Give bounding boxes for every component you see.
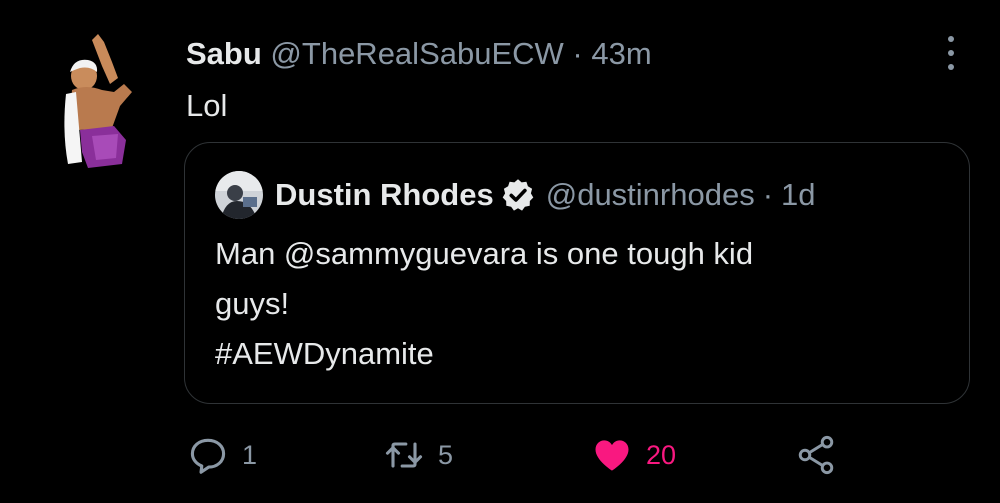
retweet-count: 5 [438,439,454,470]
tweet-timestamp[interactable]: 43m [591,36,651,71]
retweet-button[interactable]: 5 [382,430,453,480]
quoted-tweet-header: Dustin Rhodes @dustinrhodes · 1d [275,173,816,217]
like-button[interactable]: 20 [590,430,676,480]
more-dot [948,50,954,56]
sabu-avatar-image [64,34,132,168]
verified-badge-icon [502,179,534,211]
author-handle[interactable]: @TheRealSabuECW [270,36,563,71]
quoted-tweet[interactable]: Dustin Rhodes @dustinrhodes · 1d Man @sa… [184,142,970,404]
dustin-avatar-image [215,171,263,219]
more-options-icon[interactable] [936,36,966,70]
more-dot [948,36,954,42]
quoted-hashtag[interactable]: #AEWDynamite [215,329,935,379]
author-avatar[interactable] [52,32,146,172]
quoted-tweet-text: Man @sammyguevara is one tough kid guys!… [215,229,935,379]
quoted-tweet-timestamp[interactable]: 1d [781,173,815,217]
more-dot [948,64,954,70]
like-count: 20 [646,439,677,470]
author-name[interactable]: Sabu [186,36,262,71]
quoted-text-line: Man @sammyguevara is one tough kid [215,236,754,271]
reply-count: 1 [242,439,258,470]
quoted-text-line: guys! [215,286,290,321]
share-icon [798,435,834,475]
tweet[interactable]: Sabu @TheRealSabuECW · 43m Lol Dustin Rh… [0,0,1000,503]
quoted-author-avatar[interactable] [215,171,263,219]
reply-icon [190,438,226,474]
tweet-header: Sabu @TheRealSabuECW · 43m [186,34,652,74]
tweet-actions: 1 5 20 [186,430,846,480]
quoted-author-handle[interactable]: @dustinrhodes [546,173,755,217]
heart-icon [595,440,629,471]
header-separator: · [572,36,583,71]
share-button[interactable] [794,430,838,480]
quoted-header-separator: · [762,177,774,212]
retweet-icon [385,442,423,468]
quoted-author-name[interactable]: Dustin Rhodes [275,173,494,217]
tweet-text: Lol [186,88,228,123]
reply-button[interactable]: 1 [186,430,257,480]
